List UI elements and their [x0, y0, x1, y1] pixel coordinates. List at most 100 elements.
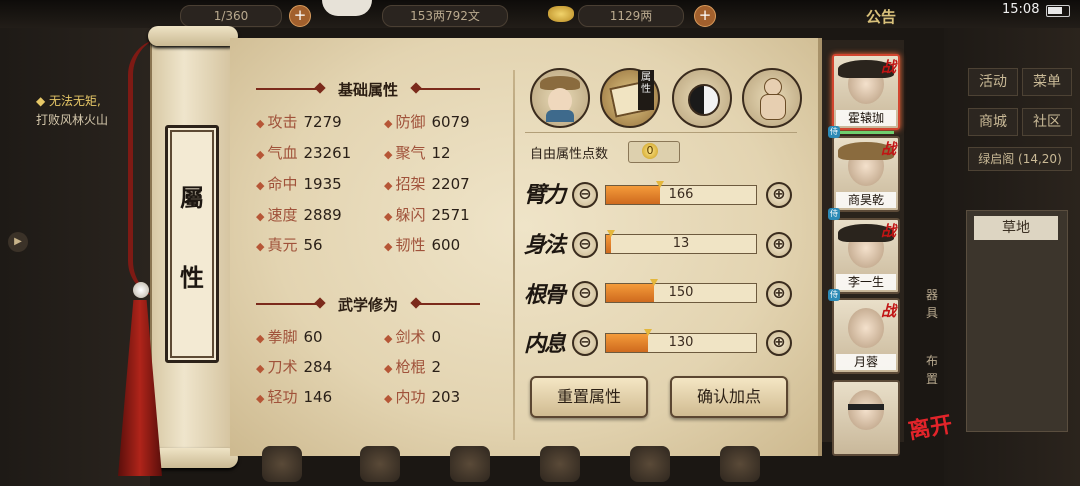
gold-ingot-icon	[548, 6, 574, 22]
attr-agility-label: 身法	[524, 232, 566, 258]
stat-toughness: ◆ 韧性 600	[384, 236, 461, 254]
strength-value: 166	[668, 187, 694, 202]
terrain-grass[interactable]: 草地	[974, 216, 1058, 240]
dock-icon[interactable]	[720, 446, 760, 482]
breath-plus-button[interactable]: ⊕	[766, 330, 792, 356]
party-member-2[interactable]: 战商昊乾	[832, 136, 900, 212]
bagua-icon[interactable]	[672, 68, 732, 128]
hp-bar	[838, 131, 894, 134]
add-gold-button[interactable]: +	[694, 5, 716, 27]
reset-attributes-button[interactable]: 重置属性	[530, 376, 648, 418]
stat-parry: ◆ 招架 2207	[384, 175, 470, 193]
attr-constitution-label: 根骨	[524, 282, 566, 308]
attendant-tag: 侍	[828, 289, 840, 301]
ornament-right	[416, 88, 480, 90]
panel-divider	[513, 70, 515, 440]
scroll-rod-bottom	[148, 448, 238, 468]
stat-true-essence: ◆ 真元 56	[256, 236, 323, 254]
scroll-title-char-2: 性	[180, 263, 204, 292]
dock-icon[interactable]	[630, 446, 670, 482]
quest-title[interactable]: ◆ 无法无矩,	[36, 92, 101, 109]
breath-bar: 130	[605, 329, 757, 353]
copper-currency: 153两792文	[382, 5, 508, 27]
dock-icon[interactable]	[360, 446, 400, 482]
stat-qi: ◆ 聚气 12	[384, 144, 451, 162]
strength-plus-button[interactable]: ⊕	[766, 182, 792, 208]
blindfold-icon	[848, 404, 884, 410]
shop-button[interactable]: 商城	[968, 108, 1018, 136]
battle-badge: 战	[880, 58, 896, 76]
location-label: 绿启阁 (14,20)	[968, 147, 1072, 171]
dock-icon[interactable]	[540, 446, 580, 482]
tassel-bead-icon	[133, 282, 149, 298]
stat-sword: ◆ 剑术 0	[384, 328, 442, 346]
party-member-name: 李一生	[836, 274, 896, 290]
top-bar	[0, 0, 1080, 28]
dock-icon[interactable]	[262, 446, 302, 482]
meridian-body-icon[interactable]	[742, 68, 802, 128]
free-points-label: 自由属性点数	[530, 147, 609, 162]
stat-hp: ◆ 气血 23261	[256, 144, 352, 162]
battle-badge: 战	[880, 222, 896, 240]
stat-dodge: ◆ 躲闪 2571	[384, 206, 470, 224]
constitution-value: 150	[668, 285, 694, 300]
character-portrait-icon[interactable]	[530, 68, 590, 128]
agility-bar: 13	[605, 230, 757, 254]
attendant-tag: 侍	[828, 126, 840, 138]
attendant-tag: 侍	[828, 208, 840, 220]
attr-breath-label: 内息	[524, 331, 566, 357]
scroll-title-plate: 屬 性	[165, 125, 219, 363]
announcement-button[interactable]: 公告	[866, 6, 896, 27]
constitution-minus-button[interactable]: ⊖	[572, 281, 598, 307]
gold-currency: 1129两	[578, 5, 684, 27]
breath-minus-button[interactable]: ⊖	[572, 330, 598, 356]
strength-bar: 166	[605, 181, 757, 205]
agility-plus-button[interactable]: ⊕	[766, 232, 792, 258]
party-member-3[interactable]: 战李一生	[832, 218, 900, 294]
attribute-tab-tag: 属性	[638, 70, 654, 110]
layout-tab[interactable]: 布置	[922, 352, 942, 388]
strength-minus-button[interactable]: ⊖	[572, 182, 598, 208]
terrain-panel	[966, 210, 1068, 432]
expand-arrow-icon[interactable]: ▶	[8, 232, 28, 252]
add-energy-button[interactable]: +	[289, 5, 311, 27]
party-member-name: 月蓉	[836, 354, 896, 370]
dock-icon[interactable]	[450, 446, 490, 482]
stat-fist: ◆ 拳脚 60	[256, 328, 323, 346]
stat-lightness: ◆ 轻功 146	[256, 388, 333, 406]
tabs-divider	[525, 132, 797, 133]
stat-blade: ◆ 刀术 284	[256, 358, 333, 376]
agility-value: 13	[672, 236, 690, 251]
breath-value: 130	[668, 335, 694, 350]
ornament-right	[416, 303, 480, 305]
equipment-tab[interactable]: 器具	[922, 286, 942, 322]
menu-button[interactable]: 菜单	[1022, 68, 1072, 96]
stat-speed: ◆ 速度 2889	[256, 206, 342, 224]
party-member-name: 霍辕珈	[836, 110, 896, 126]
avatar	[848, 390, 884, 430]
battle-badge: 战	[880, 302, 896, 320]
activity-button[interactable]: 活动	[968, 68, 1018, 96]
free-points-value: 0	[642, 143, 658, 159]
community-button[interactable]: 社区	[1022, 108, 1072, 136]
battle-badge: 战	[880, 140, 896, 158]
stat-hit: ◆ 命中 1935	[256, 175, 342, 193]
avatar	[848, 308, 884, 348]
party-member-1[interactable]: 战霍辕珈	[832, 54, 900, 134]
party-member-4[interactable]: 战月蓉	[832, 298, 900, 374]
stat-spear: ◆ 枪棍 2	[384, 358, 442, 376]
stat-inner: ◆ 内功 203	[384, 388, 461, 406]
constitution-plus-button[interactable]: ⊕	[766, 281, 792, 307]
agility-minus-button[interactable]: ⊖	[572, 232, 598, 258]
constitution-bar: 150	[605, 279, 757, 303]
energy-counter: 1/360	[180, 5, 282, 27]
scroll-rod-top	[148, 26, 238, 46]
party-member-name: 商昊乾	[836, 192, 896, 208]
stat-defense: ◆ 防御 6079	[384, 113, 470, 131]
stat-attack: ◆ 攻击 7279	[256, 113, 342, 131]
battery-level	[1048, 7, 1062, 14]
confirm-points-button[interactable]: 确认加点	[670, 376, 788, 418]
clock: 15:08	[1002, 2, 1040, 17]
quest-detail[interactable]: 打败风林火山	[36, 111, 108, 128]
party-member-5[interactable]	[832, 380, 900, 456]
